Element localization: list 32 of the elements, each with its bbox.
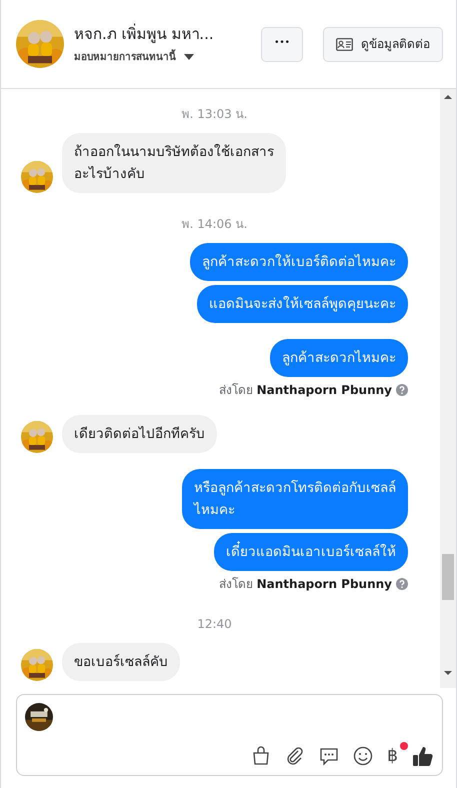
thumbs-up-icon[interactable] bbox=[412, 745, 434, 767]
chat-bubble-icon[interactable] bbox=[319, 746, 340, 766]
message-bubble: เดียวติดต่อไปอีกทีครับ bbox=[62, 415, 217, 453]
message-composer[interactable]: ฿ bbox=[16, 694, 443, 776]
message-bubble: เดี๋ยวแอดมินเอาเบอร์เซลล์ให้ bbox=[214, 533, 408, 571]
contact-card-icon bbox=[336, 38, 353, 50]
sent-by-text: ส่งโดย Nanthaporn Pbunny bbox=[218, 576, 392, 593]
emoji-icon[interactable] bbox=[353, 746, 374, 766]
message-bubble: หรือลูกค้าสะดวกโทรติดต่อกับเซลล์ ไหมคะ bbox=[182, 469, 408, 529]
message-bubble: ลูกค้าสะดวกไหมคะ bbox=[270, 339, 408, 377]
caret-icon bbox=[184, 54, 194, 60]
sent-by-text: ส่งโดย Nanthaporn Pbunny bbox=[218, 382, 392, 399]
scrollbar-thumb[interactable] bbox=[442, 554, 454, 600]
scroll-up-icon[interactable] bbox=[444, 94, 452, 100]
more-button[interactable]: ••• bbox=[261, 26, 303, 62]
contact-info-button[interactable]: ดูข้อมูลติดต่อ bbox=[323, 26, 443, 62]
scroll-down-icon[interactable] bbox=[444, 670, 452, 676]
shopping-bag-icon[interactable] bbox=[251, 746, 272, 766]
message-bubble: ขอเบอร์เซลล์คับ bbox=[62, 643, 180, 681]
timestamp: 12:40 bbox=[196, 616, 233, 633]
timestamp: พ. 14:06 น. bbox=[180, 216, 248, 233]
message-bubble: ถ้าออกในนามบริษัทต้องใช้เอกสาร อะไรบ้างคับ bbox=[62, 133, 286, 193]
help-icon[interactable] bbox=[396, 578, 408, 590]
assign-dropdown[interactable]: มอบหมายการสนทนานี้ bbox=[74, 50, 252, 65]
message-bubble: ลูกค้าสะดวกให้เบอร์ติดต่อไหมคะ bbox=[190, 243, 408, 281]
payment-button[interactable]: ฿ bbox=[387, 748, 398, 764]
help-icon[interactable] bbox=[396, 384, 408, 396]
message-bubble: แอดมินจะส่งให้เซลล์พูดคุยนะคะ bbox=[197, 285, 408, 323]
scrollbar[interactable] bbox=[440, 89, 456, 688]
timestamp: พ. 13:03 น. bbox=[180, 106, 248, 123]
paperclip-icon[interactable] bbox=[285, 746, 306, 766]
conversation-title: หจก.ภ เพิ่มพูน มหา... bbox=[74, 23, 215, 46]
